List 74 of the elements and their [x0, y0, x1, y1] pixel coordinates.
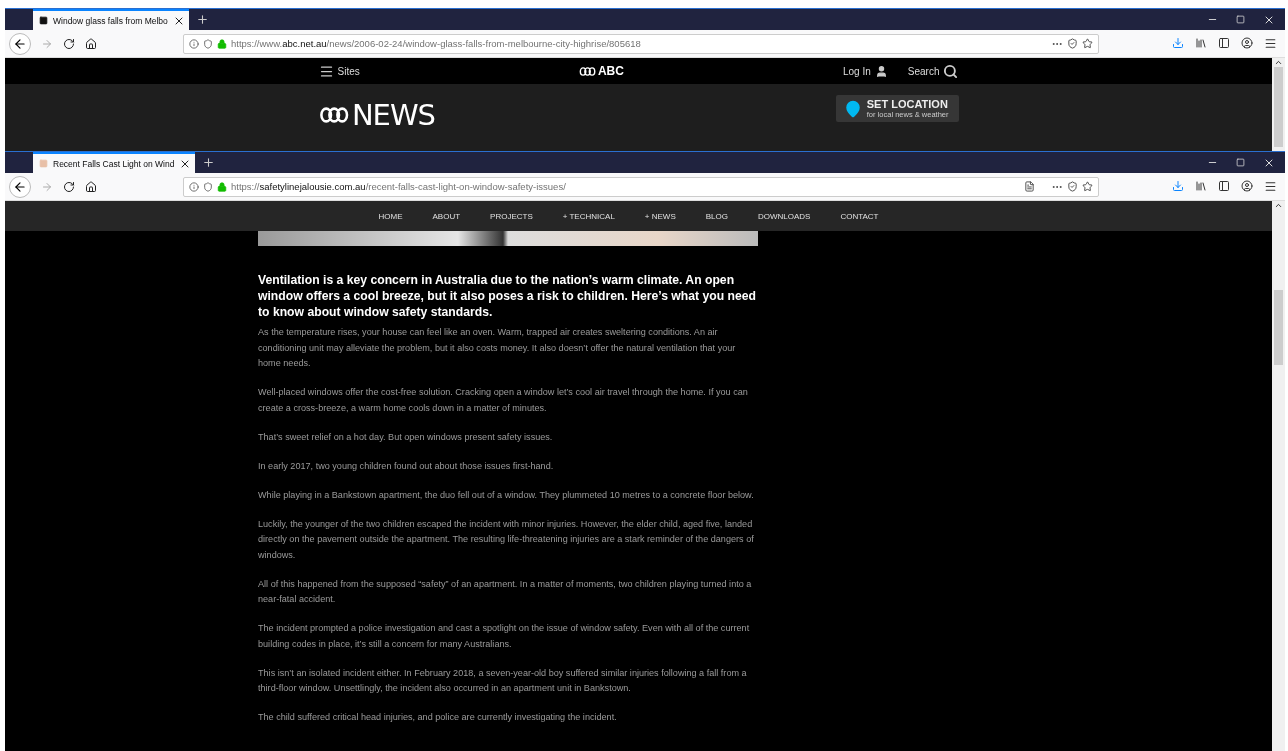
address-field[interactable]: https://www.abc.net.au/news/2006-02-24/window-glass-falls-from-melbourne-city-highrise/805618 [183, 33, 1099, 54]
article-lead: Ventilation is a key concern in Australia due to the nation’s warm climate. An open window offers a cool breeze, but it also poses a risk to children. Here’s what you need to know about window safety standards. [258, 272, 757, 320]
lock-icon [217, 181, 227, 192]
scroll-up-icon[interactable] [1274, 58, 1283, 67]
wave-logo-icon [318, 107, 349, 123]
account-icon[interactable] [1241, 180, 1253, 193]
article-paragraph: This isn’t an isolated incident either. In February 2018, a seven-year-old boy suffered similar injuries following a fall from a third-floor window. Unsettlingly, the incident also occurred in an apartment unit in Bankstown. [258, 666, 748, 695]
user-icon[interactable] [874, 64, 888, 78]
scrollbar-thumb[interactable] [1274, 67, 1283, 147]
star-icon[interactable] [1082, 38, 1093, 49]
article-paragraph: As the temperature rises, your house can feel like an oven. Warm, trapped air creates sweltering conditions. An air conditioning unit may alleviate the problem, but it also costs money. It also doesn’t offer the natural ventilation that your home needs. [258, 326, 737, 370]
menu-icon[interactable] [318, 63, 334, 79]
wave-logo-icon [578, 66, 596, 76]
search-icon[interactable] [943, 63, 959, 79]
scrollbar[interactable] [1272, 58, 1285, 151]
reader-view-icon[interactable] [1024, 181, 1035, 192]
article-paragraph: While playing in a Bankstown apartment, the duo fell out of a window. They plummeted 10 metres to a concrete floor below. [258, 488, 755, 502]
article-paragraph: Luckily, the younger of the two children escaped the incident with minor injuries. However, the elder child, aged five, landed directly on the pavement outside the apartment. The resulting life-threatening injuries are a stark reminder of the dangers of windows. [258, 517, 755, 562]
menu-icon[interactable] [1264, 37, 1277, 50]
sidebar-icon[interactable] [1218, 37, 1230, 50]
scrollbar[interactable] [1272, 201, 1285, 751]
lock-icon [217, 38, 227, 49]
map-pin-icon [843, 99, 862, 118]
shield-icon [203, 181, 213, 192]
article-paragraph: In early 2017, two young children found out about those issues first-hand. [258, 459, 555, 473]
reload-icon[interactable] [63, 37, 75, 50]
article-paragraph: That’s sweet relief on a hot day. But open windows present safety issues. [258, 430, 554, 444]
nav-link[interactable]: DOWNLOADS [757, 211, 811, 221]
favicon-icon [39, 16, 48, 25]
news-logo[interactable]: NEWS [318, 98, 435, 132]
download-icon[interactable] [1172, 180, 1184, 193]
home-icon[interactable] [85, 180, 97, 193]
reload-icon[interactable] [63, 180, 75, 193]
library-icon[interactable] [1195, 180, 1207, 193]
sites-link[interactable]: Sites [337, 65, 360, 77]
nav-link[interactable]: + NEWS [644, 211, 676, 221]
back-button[interactable] [9, 32, 31, 55]
library-icon[interactable] [1195, 37, 1207, 50]
account-icon[interactable] [1241, 37, 1253, 50]
info-icon [189, 38, 199, 49]
tab-title: Recent Falls Cast Light on Wind [53, 158, 175, 169]
article-paragraph: Well-placed windows offer the cost-free solution. Cracking open a window let’s cool air travel through the home. If you can create a cross-breeze, a warm home cools down in a matter of minutes. [258, 386, 749, 415]
tab-title: Window glass falls from Melbo [53, 15, 168, 26]
search-link[interactable]: Search [907, 65, 940, 77]
address-field[interactable]: https://safetylinejalousie.com.au/recent-falls-cast-light-on-window-safety-issues/ [183, 176, 1099, 197]
nav-link[interactable]: + TECHNICAL [562, 211, 615, 221]
back-button[interactable] [9, 175, 31, 198]
shield-icon [203, 38, 213, 49]
article-paragraph: All of this happened from the supposed “safety” of an apartment. In a matter of moments, two children playing turned into a near-fatal accident. [258, 577, 753, 606]
home-icon[interactable] [85, 37, 97, 50]
new-tab-icon[interactable] [195, 13, 209, 26]
maximize-icon[interactable] [1236, 15, 1245, 24]
article-paragraph: The child suffered critical head injuries, and police are currently investigating the incident. [258, 711, 618, 724]
back-arrow-icon [13, 36, 27, 51]
nav-link[interactable]: BLOG [705, 211, 728, 221]
scroll-up-icon[interactable] [1274, 201, 1283, 210]
abc-logo[interactable]: ABC [578, 64, 624, 78]
browser-tab[interactable]: Recent Falls Cast Light on Wind [33, 152, 196, 173]
article-paragraph: The incident prompted a police investigation and cast a spotlight on the issue of window safety. Even with all of the current building codes in place, it’s still a concern for many Australians. [258, 622, 751, 651]
maximize-icon[interactable] [1236, 158, 1245, 167]
sidebar-icon[interactable] [1218, 180, 1230, 193]
menu-icon[interactable] [1264, 180, 1277, 193]
star-icon[interactable] [1082, 181, 1093, 192]
browser-tab[interactable]: Window glass falls from Melbo [33, 9, 189, 30]
favicon-icon [39, 159, 48, 168]
nav-link[interactable]: PROJECTS [490, 211, 533, 221]
info-icon [189, 181, 199, 192]
nav-link[interactable]: CONTACT [840, 211, 879, 221]
scrollbar-thumb[interactable] [1274, 290, 1283, 365]
login-link[interactable]: Log In [843, 65, 871, 77]
new-tab-icon[interactable] [202, 156, 216, 169]
nav-link[interactable]: HOME [378, 211, 403, 221]
nav-link[interactable]: ABOUT [432, 211, 461, 221]
download-icon[interactable] [1172, 37, 1184, 50]
